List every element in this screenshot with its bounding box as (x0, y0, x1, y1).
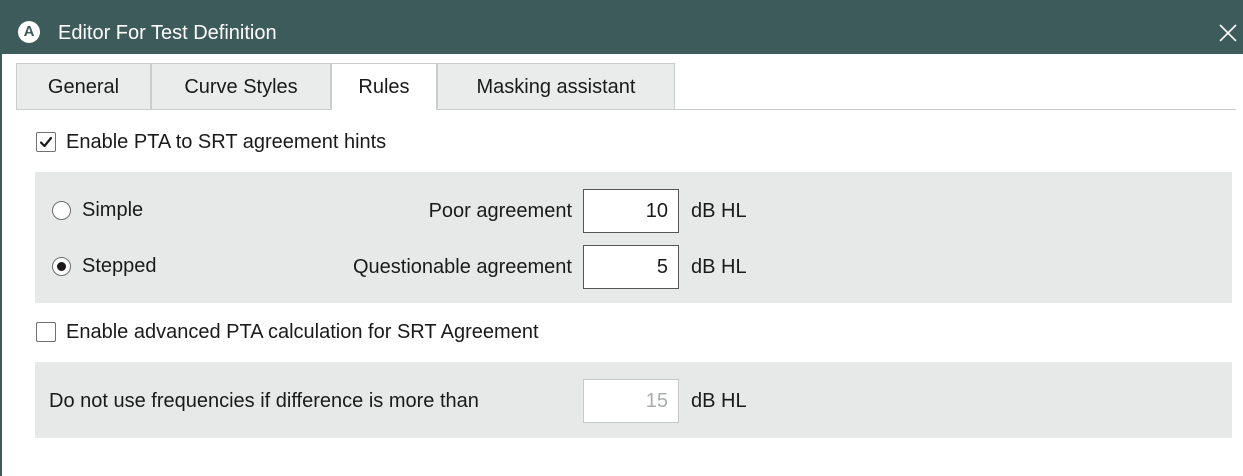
advanced-pta-label: Enable advanced PTA calculation for SRT … (66, 321, 539, 343)
close-button[interactable] (1215, 20, 1241, 46)
poor-agreement-input[interactable] (583, 189, 679, 233)
simple-radio-label: Simple (82, 199, 144, 221)
questionable-agreement-input[interactable] (583, 245, 679, 289)
advanced-pta-checkbox[interactable] (36, 322, 56, 342)
agreement-settings-panel: Simple Stepped Poor agreement dB HL Ques… (35, 172, 1232, 303)
tab-rules[interactable]: Rules (331, 63, 437, 110)
poor-agreement-label: Poor agreement (428, 200, 572, 222)
poor-agreement-unit: dB HL (691, 200, 747, 222)
questionable-agreement-label: Questionable agreement (352, 256, 572, 278)
title-bar: A Editor For Test Definition (2, 0, 1243, 54)
window-title: Editor For Test Definition (58, 22, 277, 44)
tab-bar: General Curve Styles Rules Masking assis… (16, 63, 1236, 110)
radio-selected-dot (57, 261, 66, 271)
editor-window: A Editor For Test Definition General Cur… (0, 0, 1243, 476)
frequency-difference-label: Do not use frequencies if difference is … (49, 390, 479, 412)
frequency-difference-unit: dB HL (691, 390, 747, 412)
checkmark-icon (39, 136, 53, 148)
pta-srt-hints-checkbox-row[interactable]: Enable PTA to SRT agreement hints (36, 129, 386, 155)
pta-srt-hints-label: Enable PTA to SRT agreement hints (66, 131, 387, 153)
tab-curve-styles[interactable]: Curve Styles (151, 63, 331, 109)
questionable-agreement-unit: dB HL (691, 256, 747, 278)
frequency-difference-input[interactable] (583, 379, 679, 423)
stepped-radio-label: Stepped (82, 255, 157, 277)
advanced-pta-checkbox-row[interactable]: Enable advanced PTA calculation for SRT … (36, 319, 539, 345)
tab-general[interactable]: General (16, 63, 151, 109)
simple-radio[interactable] (52, 200, 71, 220)
pta-srt-hints-checkbox[interactable] (36, 132, 56, 152)
tab-masking-assistant[interactable]: Masking assistant (437, 63, 675, 109)
simple-radio-row[interactable]: Simple (52, 197, 143, 223)
stepped-radio[interactable] (52, 256, 71, 276)
app-logo-icon: A (18, 21, 40, 43)
stepped-radio-row[interactable]: Stepped (52, 253, 157, 279)
close-icon (1219, 24, 1237, 42)
frequency-settings-panel: Do not use frequencies if difference is … (35, 362, 1232, 438)
